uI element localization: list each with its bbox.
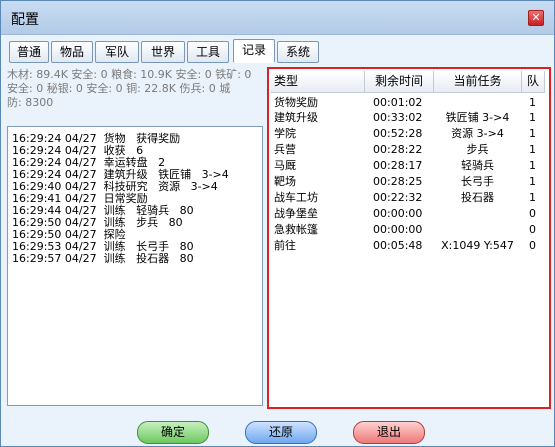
task-current: 资源 3->4 — [451, 127, 504, 140]
title-bar: 配置 ✕ — [1, 1, 554, 35]
task-queue: 0 — [529, 207, 536, 220]
task-queue: 0 — [529, 239, 536, 252]
task-queue: 1 — [529, 191, 536, 204]
log-entry: 16:29:57 04/27 训练 投石器 80 — [12, 252, 194, 265]
task-type: 急救帐篷 — [274, 223, 318, 236]
ok-button[interactable]: 确定 — [137, 421, 209, 444]
task-type: 货物奖励 — [274, 96, 318, 109]
task-type: 战争堡垒 — [274, 207, 318, 220]
task-remaining: 00:33:02 — [373, 111, 423, 124]
tab-world[interactable]: 世界 — [141, 41, 185, 63]
task-remaining: 00:28:22 — [373, 143, 423, 156]
task-current: X:1049 Y:547 — [441, 239, 514, 252]
tab-system[interactable]: 系统 — [277, 41, 319, 63]
task-queue: 1 — [529, 175, 536, 188]
task-queue: 1 — [529, 127, 536, 140]
task-type: 兵营 — [274, 143, 296, 156]
column-header-remaining[interactable]: 剩余时间 — [365, 71, 434, 93]
task-remaining: 00:28:25 — [373, 175, 423, 188]
task-table[interactable]: 类型 剩余时间 当前任务 队 货物奖励 00:01:02 1 建筑升级 00:3… — [271, 71, 545, 403]
task-queue: 1 — [529, 159, 536, 172]
column-header-queue[interactable]: 队 — [522, 71, 545, 93]
task-remaining: 00:05:48 — [373, 239, 423, 252]
close-icon[interactable]: ✕ — [528, 10, 544, 26]
tab-records[interactable]: 记录 — [233, 39, 275, 63]
task-remaining: 00:22:32 — [373, 191, 423, 204]
resource-line: 木材: 89.4K 安全: 0 粮食: 10.9K 安全: 0 铁矿: 0 — [7, 68, 252, 81]
tab-general[interactable]: 普通 — [9, 41, 49, 63]
resource-line: 防: 8300 — [7, 96, 54, 109]
task-queue: 0 — [529, 223, 536, 236]
task-remaining: 00:52:28 — [373, 127, 423, 140]
config-window: 配置 ✕ 普通 物品 军队 世界 工具 记录 系统 木材: 89.4K 安全: … — [0, 0, 555, 447]
task-type: 战车工坊 — [274, 191, 318, 204]
task-type: 马厩 — [274, 159, 296, 172]
column-header-type[interactable]: 类型 — [271, 71, 365, 93]
task-queue: 1 — [529, 96, 536, 109]
task-current: 投石器 — [461, 191, 494, 204]
task-remaining: 00:28:17 — [373, 159, 423, 172]
task-current: 轻骑兵 — [461, 159, 494, 172]
task-type: 学院 — [274, 127, 296, 140]
task-current: 步兵 — [466, 143, 489, 156]
tab-tools[interactable]: 工具 — [187, 41, 229, 63]
window-title: 配置 — [11, 12, 39, 28]
restore-button[interactable]: 还原 — [245, 421, 317, 444]
task-remaining: 00:00:00 — [373, 223, 423, 236]
tab-items[interactable]: 物品 — [51, 41, 93, 63]
resource-summary: 木材: 89.4K 安全: 0 粮食: 10.9K 安全: 0 铁矿: 0 安全… — [7, 68, 265, 110]
task-queue: 1 — [529, 143, 536, 156]
task-type: 靶场 — [274, 175, 296, 188]
exit-button[interactable]: 退出 — [353, 421, 425, 444]
task-type: 建筑升级 — [274, 111, 318, 124]
resource-line: 安全: 0 秘银: 0 安全: 0 铜: 22.8K 伤兵: 0 城 — [7, 82, 231, 95]
tab-army[interactable]: 军队 — [95, 41, 139, 63]
task-current: 长弓手 — [461, 175, 494, 188]
task-current: 铁匠铺 3->4 — [445, 111, 510, 124]
task-remaining: 00:01:02 — [373, 96, 423, 109]
task-table-panel: 类型 剩余时间 当前任务 队 货物奖励 00:01:02 1 建筑升级 00:3… — [267, 67, 551, 409]
event-log[interactable]: 16:29:24 04/27 货物 获得奖励 16:29:24 04/27 收获… — [7, 126, 263, 406]
task-remaining: 00:00:00 — [373, 207, 423, 220]
task-queue: 1 — [529, 111, 536, 124]
task-type: 前往 — [274, 239, 296, 252]
column-header-task[interactable]: 当前任务 — [434, 71, 522, 93]
